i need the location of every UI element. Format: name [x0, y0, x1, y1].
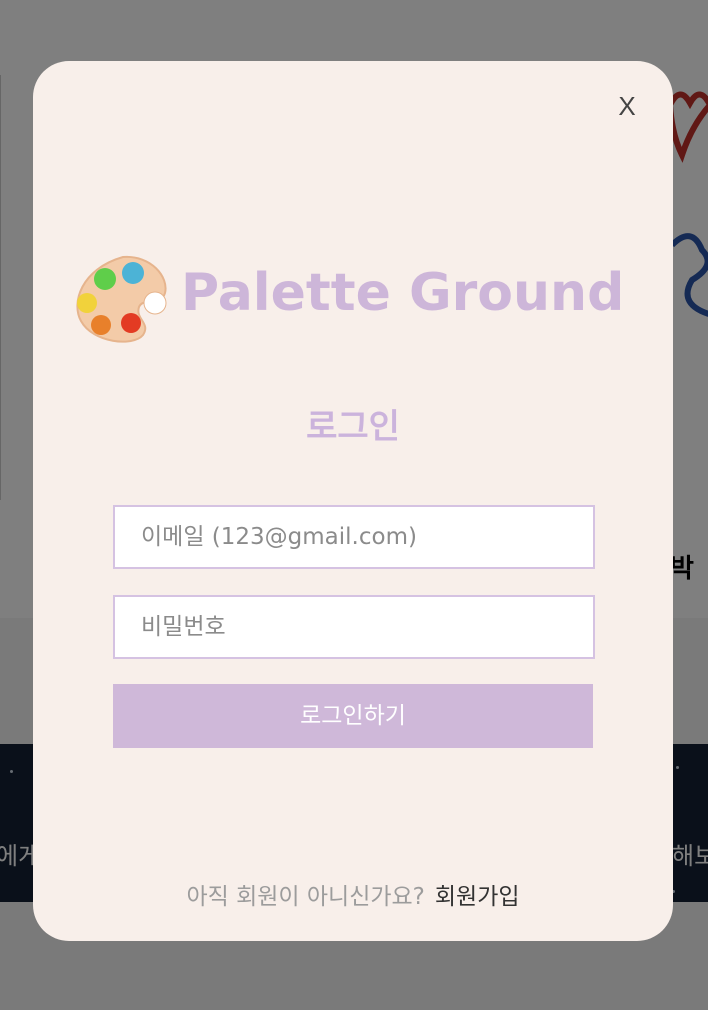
logo-text: Palette Ground — [181, 263, 625, 323]
close-button[interactable]: X — [613, 89, 641, 123]
signup-question: 아직 회원이 아니신가요? — [186, 884, 425, 910]
close-icon: X — [618, 91, 636, 121]
login-title: 로그인 — [306, 407, 400, 447]
signup-link[interactable]: 회원가입 — [435, 884, 520, 910]
signup-prompt: 아직 회원이 아니신가요? 회원가입 — [33, 877, 673, 911]
login-button[interactable]: 로그인하기 — [113, 684, 593, 748]
email-input[interactable] — [113, 505, 595, 569]
logo: Palette Ground — [73, 249, 643, 349]
password-input[interactable] — [113, 595, 595, 659]
login-modal: X Palette Ground 로그인 로그인하기 아직 회원이 아니신가요?… — [33, 61, 673, 941]
palette-icon — [76, 255, 167, 343]
